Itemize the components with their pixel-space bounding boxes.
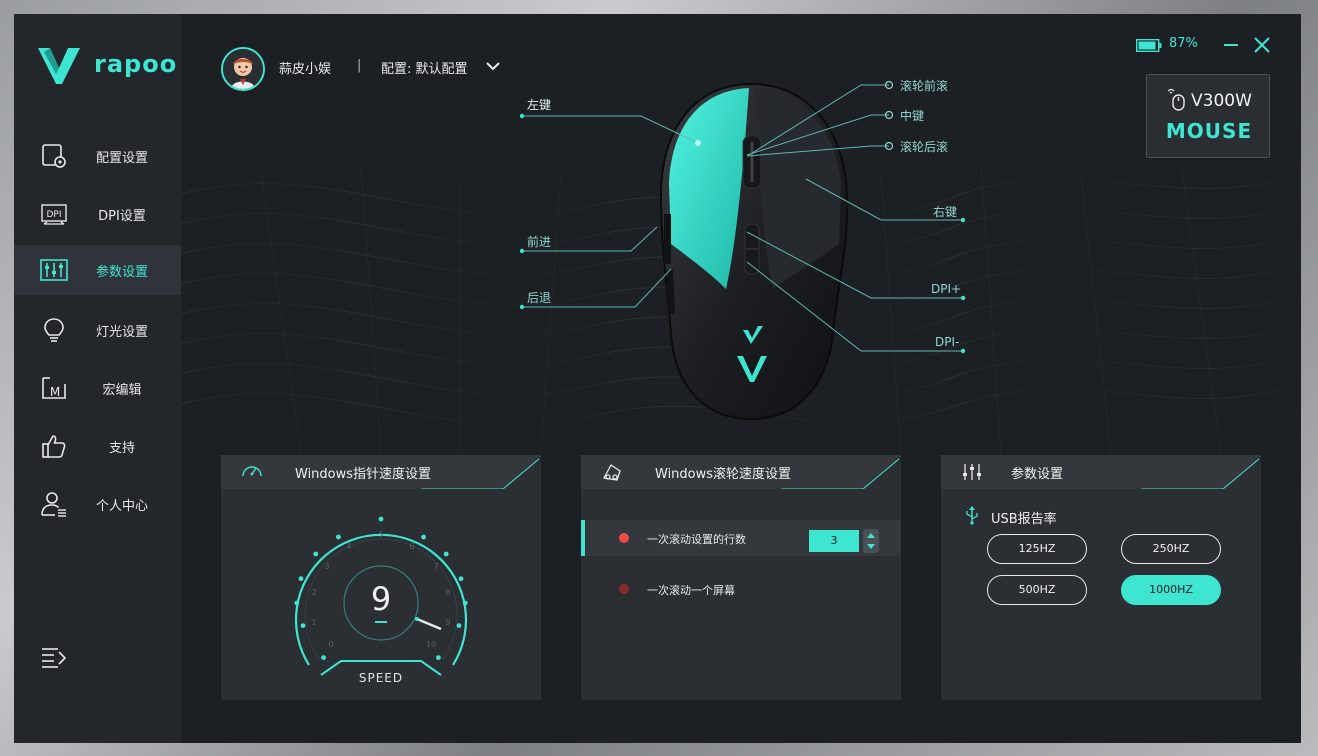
callout-right-button: 右键 <box>933 205 958 219</box>
macro-icon-text: M <box>50 385 60 399</box>
sidebar-item-label: 参数设置 <box>95 264 148 280</box>
sidebar-item-label: 宏编辑 <box>102 382 142 398</box>
usb-icon <box>966 506 978 525</box>
sidebar-item-label: DPI设置 <box>98 208 146 224</box>
dpi-icon-text: DPI <box>46 210 61 220</box>
pointer-speed-card: Windows指针速度设置 0 1 2 3 4 5 6 7 8 9 10 9 S… <box>221 455 541 700</box>
thumbs-up-icon <box>42 435 66 458</box>
card-title: 参数设置 <box>1011 467 1064 482</box>
sidebar-item-label: 个人中心 <box>95 498 148 514</box>
selected-indicator <box>581 520 585 556</box>
lightbulb-icon <box>44 318 64 342</box>
app-window: rapoo 配置设置 DPI DPI设置 参数设置 灯光设置 M 宏编辑 支持 … <box>14 14 1301 743</box>
speed-tick-1: 1 <box>311 618 316 627</box>
brand-logo: rapoo <box>36 46 176 86</box>
card-title: Windows指针速度设置 <box>295 467 432 482</box>
user-icon <box>41 492 66 517</box>
speed-tick-0: 0 <box>328 640 333 649</box>
macro-icon: M <box>42 377 66 399</box>
main-panel: 蒜皮小娱 | 配置: 默认配置 87% V300W MOUSE 左键 前进 后退… <box>181 14 1301 743</box>
usb-report-rate-label: USB报告率 <box>991 512 1057 527</box>
radio-dot-inactive[interactable] <box>619 584 629 594</box>
sliders-icon <box>40 259 68 281</box>
callout-left-button: 左键 <box>527 98 552 112</box>
callout-middle-button: 中键 <box>900 109 925 123</box>
callout-dpi-plus: DPI+ <box>931 282 962 296</box>
sidebar-item-parameters[interactable]: 参数设置 <box>14 245 181 295</box>
callout-back: 后退 <box>527 291 552 305</box>
speed-tick-9: 9 <box>445 618 450 627</box>
callout-dpi-minus: DPI- <box>935 335 960 349</box>
callout-forward: 前进 <box>527 235 552 249</box>
sidebar-item-lighting[interactable]: 灯光设置 <box>14 305 181 355</box>
sidebar-item-label: 灯光设置 <box>95 324 148 340</box>
scroll-option-lines[interactable]: 一次滚动设置的行数 3 <box>581 520 901 556</box>
profile-settings-icon <box>42 144 66 168</box>
speed-tick-3: 3 <box>324 562 329 571</box>
lines-stepper-arrows[interactable] <box>863 529 879 553</box>
rate-125hz-button[interactable]: 125HZ <box>987 534 1087 564</box>
callout-scroll-down: 滚轮后滚 <box>900 140 949 154</box>
card-title: Windows滚轮速度设置 <box>655 467 792 482</box>
rate-1000hz-button[interactable]: 1000HZ <box>1121 575 1221 605</box>
scroll-wheel-icon <box>602 464 621 481</box>
brand-v-icon <box>38 48 80 84</box>
brand-name: rapoo <box>94 50 178 78</box>
speed-tick-6: 6 <box>409 542 414 551</box>
scroll-speed-card: Windows滚轮速度设置 一次滚动设置的行数 3 一次滚动一个屏幕 <box>581 455 901 700</box>
speed-value: 9 <box>370 580 392 618</box>
scroll-option-screen[interactable]: 一次滚动一个屏幕 <box>581 571 901 607</box>
lines-stepper-input[interactable]: 3 <box>809 530 859 552</box>
card-header-decoration <box>941 455 1261 489</box>
sidebar-item-label: 支持 <box>108 440 135 456</box>
speed-tick-5: 5 <box>378 530 383 539</box>
speed-tick-10: 10 <box>426 640 436 649</box>
speed-tick-7: 7 <box>433 562 438 571</box>
collapse-menu-icon[interactable] <box>40 644 68 670</box>
sliders-icon <box>963 464 981 480</box>
speed-needle <box>416 617 442 631</box>
sidebar-item-account[interactable]: 个人中心 <box>14 479 181 529</box>
rate-500hz-button[interactable]: 500HZ <box>987 575 1087 605</box>
scroll-option-screen-label: 一次滚动一个屏幕 <box>647 584 735 597</box>
sidebar-item-label: 配置设置 <box>95 150 148 166</box>
callout-lines <box>519 80 966 354</box>
dpi-icon: DPI <box>41 204 67 225</box>
radio-dot-active[interactable] <box>619 533 629 543</box>
speedometer-icon <box>242 466 262 477</box>
sidebar: rapoo 配置设置 DPI DPI设置 参数设置 灯光设置 M 宏编辑 支持 … <box>14 14 181 743</box>
speed-tick-2: 2 <box>311 588 316 597</box>
sidebar-item-support[interactable]: 支持 <box>14 421 181 471</box>
scroll-option-lines-label: 一次滚动设置的行数 <box>647 533 746 546</box>
sidebar-item-profile-settings[interactable]: 配置设置 <box>14 131 181 181</box>
speed-label: SPEED <box>358 671 404 685</box>
sidebar-item-macro[interactable]: M 宏编辑 <box>14 363 181 413</box>
callout-scroll-up: 滚轮前滚 <box>900 79 949 93</box>
speed-tick-8: 8 <box>445 588 450 597</box>
sidebar-item-dpi[interactable]: DPI DPI设置 <box>14 189 181 239</box>
speed-tick-4: 4 <box>346 542 351 551</box>
parameters-card: 参数设置 USB报告率 125HZ 250HZ 500HZ 1000HZ <box>941 455 1261 700</box>
rate-250hz-button[interactable]: 250HZ <box>1121 534 1221 564</box>
